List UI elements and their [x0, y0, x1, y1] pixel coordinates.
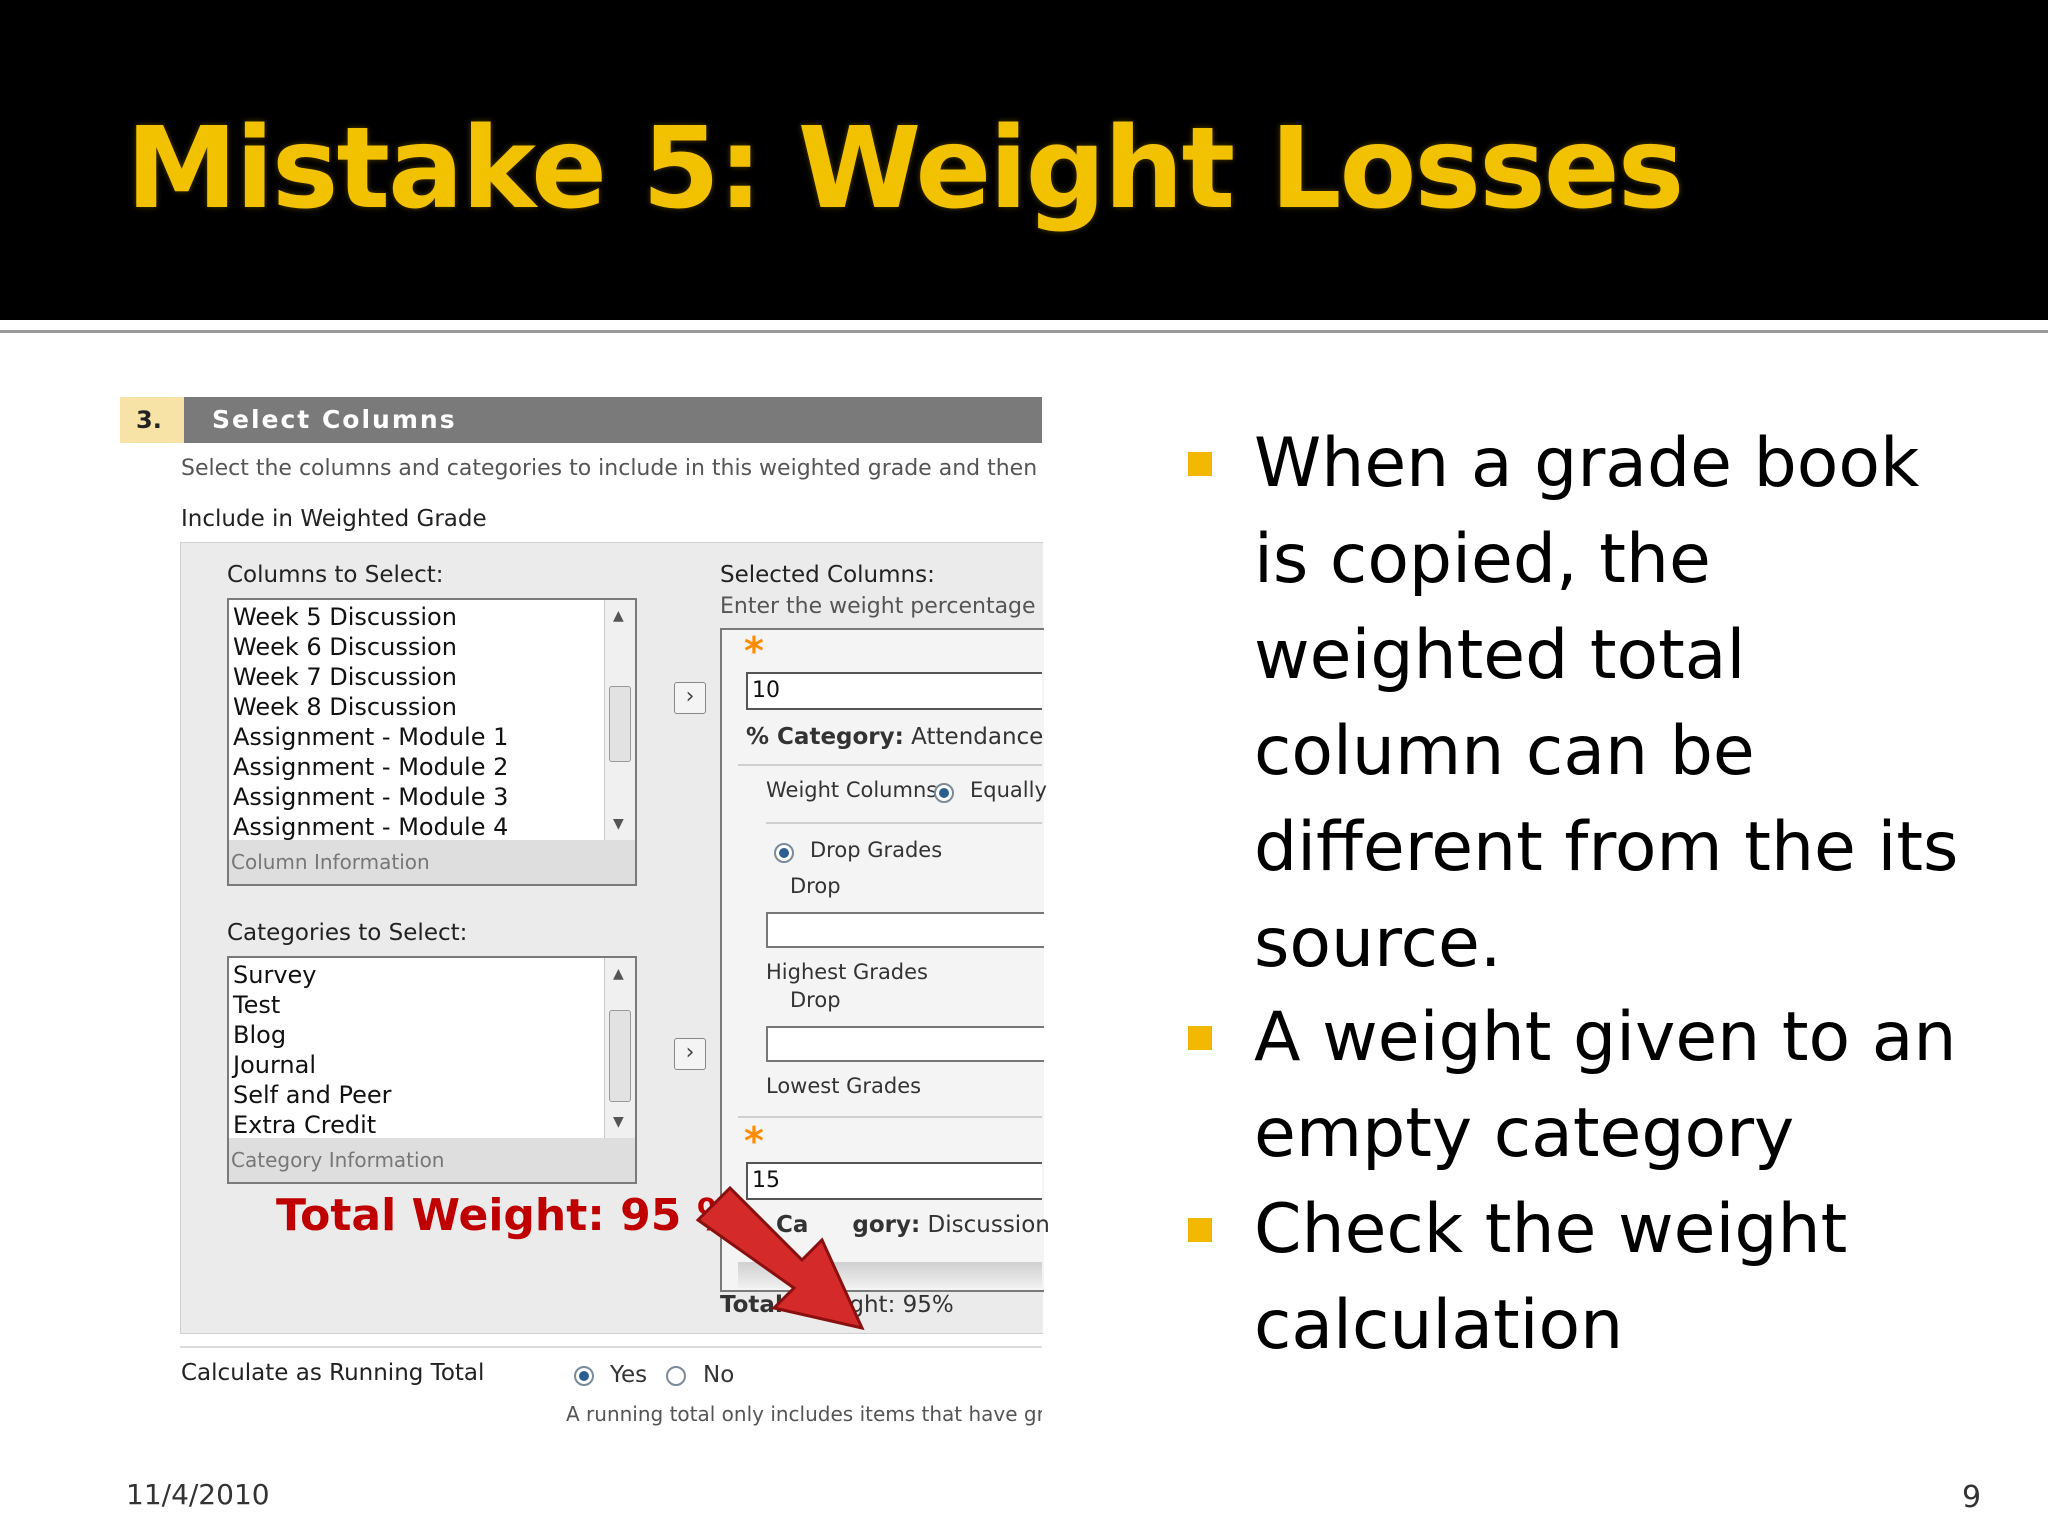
title-divider	[0, 330, 2048, 333]
running-total-hint: A running total only includes items that…	[566, 1402, 1042, 1426]
drop-label: Drop	[790, 988, 841, 1012]
column-option[interactable]: Assignment - Module 4	[229, 812, 601, 842]
required-star-icon: *	[744, 629, 764, 673]
columns-scroll-thumb[interactable]	[609, 686, 631, 762]
step-instructions: Select the columns and categories to inc…	[181, 456, 1041, 481]
scroll-down-icon[interactable]: ▼	[613, 816, 624, 832]
chevron-right-icon: ›	[685, 1040, 695, 1065]
red-arrow-icon	[695, 1185, 865, 1330]
scroll-up-icon[interactable]: ▲	[613, 608, 624, 624]
category-prefix: % Category:	[746, 724, 904, 750]
separator	[738, 764, 1042, 766]
move-right-button[interactable]: ›	[674, 682, 706, 714]
column-option[interactable]: Week 7 Discussion	[229, 662, 601, 692]
running-total-no-radio[interactable]	[666, 1366, 686, 1386]
chevron-right-icon: ›	[685, 684, 695, 709]
category-option[interactable]: Self and Peer	[229, 1080, 601, 1110]
category-attendance-label: % Category: Attendance	[746, 724, 1043, 750]
column-option[interactable]: Assignment - Module 2	[229, 752, 601, 782]
running-total-label: Calculate as Running Total	[181, 1360, 485, 1386]
category-option[interactable]: Survey	[229, 960, 601, 990]
category-option[interactable]: Test	[229, 990, 601, 1020]
columns-label: Columns to Select:	[227, 562, 444, 588]
category-option[interactable]: Extra Credit	[229, 1110, 601, 1140]
category-option[interactable]: Journal	[229, 1050, 601, 1080]
no-label: No	[703, 1362, 735, 1388]
selected-columns-label: Selected Columns:	[720, 562, 935, 588]
column-option[interactable]: Assignment - Module 1	[229, 722, 601, 752]
selected-columns-hint: Enter the weight percentage f	[720, 594, 1042, 619]
scroll-up-icon[interactable]: ▲	[613, 966, 624, 982]
columns-scrollbar[interactable]: ▲ ▼	[604, 600, 635, 840]
separator	[738, 1116, 1042, 1118]
equally-radio[interactable]	[934, 783, 954, 803]
include-label: Include in Weighted Grade	[181, 506, 487, 532]
category-name: Discussion	[927, 1212, 1050, 1238]
category-name: Attendance	[911, 724, 1044, 750]
highest-grades-label: Highest Grades	[766, 960, 929, 984]
bullet-text: Check the weight calculation	[1254, 1190, 1848, 1365]
category-option[interactable]: Blog	[229, 1020, 601, 1050]
yes-label: Yes	[610, 1362, 648, 1388]
weight-columns-label: Weight Columns:	[766, 778, 945, 802]
category-info-bar[interactable]: Category Information	[227, 1138, 637, 1184]
column-option[interactable]: Week 5 Discussion	[229, 602, 601, 632]
categories-scroll-thumb[interactable]	[609, 1010, 631, 1102]
bullet-icon	[1188, 452, 1212, 476]
required-star-icon: *	[744, 1119, 764, 1163]
drop-lowest-input[interactable]	[766, 1026, 1044, 1062]
move-category-right-button[interactable]: ›	[674, 1038, 706, 1070]
total-weight-callout: Total Weight: 95 %	[276, 1190, 741, 1241]
bullet-icon	[1188, 1218, 1212, 1242]
page-number: 9	[1962, 1480, 1982, 1515]
footer-date: 11/4/2010	[126, 1478, 270, 1511]
column-info-bar[interactable]: Column Information	[227, 840, 637, 886]
categories-label: Categories to Select:	[227, 920, 468, 946]
drop-highest-input[interactable]	[766, 912, 1044, 948]
running-total-yes-radio[interactable]	[574, 1366, 594, 1386]
categories-listbox[interactable]: Survey Test Blog Journal Self and Peer E…	[227, 956, 637, 1140]
equally-label: Equally	[970, 778, 1047, 802]
step-title: Select Columns	[184, 397, 1042, 443]
column-option[interactable]: Week 6 Discussion	[229, 632, 601, 662]
bullet-icon	[1188, 1026, 1212, 1050]
categories-scrollbar[interactable]: ▲ ▼	[604, 958, 635, 1138]
drop-label: Drop	[790, 874, 841, 898]
drop-grades-radio[interactable]	[774, 843, 794, 863]
divider	[180, 1346, 1042, 1348]
weight-input[interactable]: 10	[746, 672, 1042, 710]
column-option[interactable]: Week 8 Discussion	[229, 692, 601, 722]
bullet-text: A weight given to an empty category	[1254, 998, 1957, 1173]
columns-listbox[interactable]: Week 5 Discussion Week 6 Discussion Week…	[227, 598, 637, 842]
step-number: 3.	[120, 397, 184, 443]
bullet-text: When a grade book is copied, the weighte…	[1254, 424, 1959, 983]
drop-grades-label: Drop Grades	[810, 838, 943, 862]
column-option[interactable]: Assignment - Module 3	[229, 782, 601, 812]
separator	[766, 822, 1042, 824]
scroll-down-icon[interactable]: ▼	[613, 1114, 624, 1130]
lowest-grades-label: Lowest Grades	[766, 1074, 922, 1098]
slide-title: Mistake 5: Weight Losses	[126, 104, 1684, 234]
